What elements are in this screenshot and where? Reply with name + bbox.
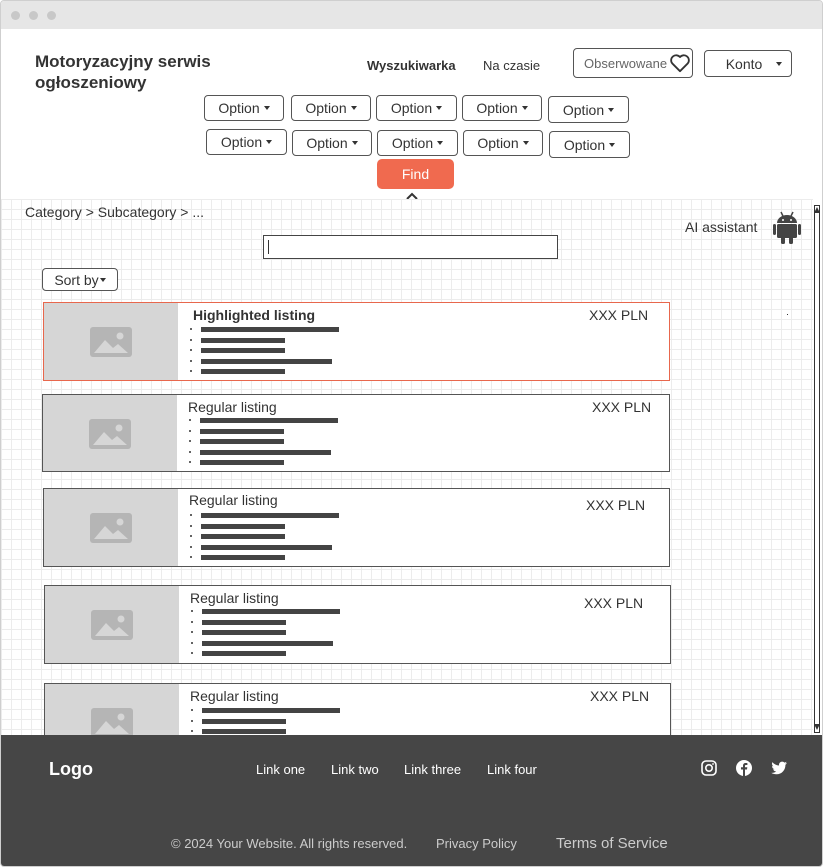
scroll-down-arrow-icon[interactable]: [814, 724, 820, 730]
account-dropdown[interactable]: Konto: [704, 50, 792, 77]
filter-option-7[interactable]: Option: [292, 130, 372, 156]
caret-down-icon: [263, 106, 270, 110]
caret-down-icon: [351, 141, 358, 145]
footer-link-two[interactable]: Link two: [331, 762, 379, 777]
listing-price: XXX PLN: [589, 307, 649, 323]
sort-label: Sort by: [54, 271, 99, 288]
filter-label: Option: [306, 135, 348, 151]
filter-option-4[interactable]: Option: [462, 95, 542, 121]
breadcrumb[interactable]: Category > Subcategory > ...: [25, 204, 204, 220]
caret-down-icon: [608, 107, 615, 112]
filter-label: Option: [562, 101, 605, 118]
watched-button[interactable]: Obserwowane: [573, 48, 693, 78]
text-cursor: [268, 240, 269, 254]
footer-terms-link[interactable]: Terms of Service: [556, 835, 668, 852]
listing-image: [45, 586, 179, 663]
listing-image: [44, 303, 178, 380]
image-placeholder-icon: [89, 419, 131, 449]
listing-title[interactable]: Regular listing: [190, 590, 279, 606]
listing-title[interactable]: Regular listing: [189, 492, 278, 508]
page-header: Motoryzacyjny serwis ogłoszeniowy Wyszuk…: [1, 29, 822, 200]
instagram-icon[interactable]: [700, 759, 718, 777]
caret-down-icon: [266, 140, 273, 144]
facebook-icon[interactable]: [735, 759, 753, 777]
search-input[interactable]: [263, 235, 558, 259]
listing-image: [44, 489, 178, 566]
listing-title[interactable]: Regular listing: [190, 688, 279, 704]
listing-price: XXX PLN: [592, 399, 652, 415]
filter-option-3[interactable]: Option: [376, 95, 457, 121]
image-placeholder-icon: [90, 513, 132, 543]
results-area: Category > Subcategory > ... AI assistan…: [1, 199, 813, 735]
footer-link-three[interactable]: Link three: [404, 762, 461, 777]
scroll-up-arrow-icon[interactable]: [814, 207, 820, 213]
site-title: Motoryzacyjny serwis ogłoszeniowy: [35, 52, 211, 92]
listing-title[interactable]: Highlighted listing: [193, 307, 315, 323]
listing-card[interactable]: Regular listing XXX PLN: [43, 488, 670, 567]
image-placeholder-icon: [90, 327, 132, 357]
browser-window: Motoryzacyjny serwis ogłoszeniowy Wyszuk…: [0, 0, 823, 867]
caret-down-icon: [350, 106, 357, 110]
scrollbar-track[interactable]: [814, 205, 820, 733]
filter-label: Option: [390, 100, 433, 116]
filter-label: Option: [305, 100, 347, 116]
caret-down-icon: [521, 106, 528, 110]
listing-price: XXX PLN: [586, 497, 646, 513]
caret-down-icon: [436, 106, 443, 110]
sort-by-dropdown[interactable]: Sort by: [42, 268, 118, 291]
account-label: Konto: [725, 55, 763, 72]
caret-down-icon: [522, 141, 529, 145]
filter-option-5[interactable]: Option: [548, 96, 629, 123]
caret-down-icon: [609, 142, 616, 147]
find-button[interactable]: Find: [377, 159, 454, 189]
listing-image: [45, 684, 179, 735]
listing-title[interactable]: Regular listing: [188, 399, 277, 415]
listing-image: [43, 395, 177, 471]
window-control-maximize[interactable]: [47, 11, 56, 20]
image-placeholder-icon: [91, 610, 133, 640]
filter-label: Option: [220, 134, 263, 150]
nav-search-link[interactable]: Wyszukiwarka: [367, 58, 456, 73]
caret-down-icon: [437, 141, 444, 145]
caret-down-icon: [99, 277, 106, 282]
filter-option-6[interactable]: Option: [206, 129, 287, 155]
footer-link-four[interactable]: Link four: [487, 762, 537, 777]
filter-option-1[interactable]: Option: [204, 95, 284, 121]
window-control-close[interactable]: [11, 11, 20, 20]
listing-card[interactable]: Regular listing XXX PLN: [44, 683, 671, 735]
footer-privacy-link[interactable]: Privacy Policy: [436, 836, 517, 851]
footer-logo[interactable]: Logo: [49, 759, 93, 780]
vertical-scrollbar[interactable]: [813, 205, 822, 735]
listing-card[interactable]: Regular listing XXX PLN: [42, 394, 670, 472]
listing-price: XXX PLN: [584, 595, 644, 611]
window-titlebar: [1, 1, 822, 29]
image-placeholder-icon: [91, 708, 133, 735]
footer-copyright: © 2024 Your Website. All rights reserved…: [171, 836, 408, 851]
ai-assistant-label[interactable]: AI assistant: [685, 219, 757, 235]
twitter-icon[interactable]: [770, 759, 788, 777]
heart-icon: [670, 54, 690, 73]
android-icon[interactable]: [773, 210, 801, 244]
caret-down-icon: [776, 62, 782, 66]
filter-option-10[interactable]: Option: [549, 131, 630, 158]
filter-label: Option: [563, 136, 606, 153]
filter-label: Option: [218, 100, 260, 116]
listing-card-highlighted[interactable]: Highlighted listing XXX PLN: [43, 302, 670, 381]
decorative-dot: [787, 314, 788, 315]
filter-option-2[interactable]: Option: [291, 95, 371, 121]
watched-label: Obserwowane: [584, 55, 668, 71]
filter-label: Option: [477, 135, 519, 151]
filter-label: Option: [476, 100, 518, 116]
footer-link-one[interactable]: Link one: [256, 762, 305, 777]
listing-card[interactable]: Regular listing XXX PLN: [44, 585, 671, 664]
filter-option-8[interactable]: Option: [377, 130, 458, 156]
window-control-minimize[interactable]: [29, 11, 38, 20]
filter-option-9[interactable]: Option: [463, 130, 543, 156]
filter-label: Option: [391, 135, 434, 151]
nav-trending-link[interactable]: Na czasie: [483, 58, 540, 73]
page-footer: Logo Link one Link two Link three Link f…: [1, 735, 822, 866]
listing-price: XXX PLN: [590, 688, 650, 704]
